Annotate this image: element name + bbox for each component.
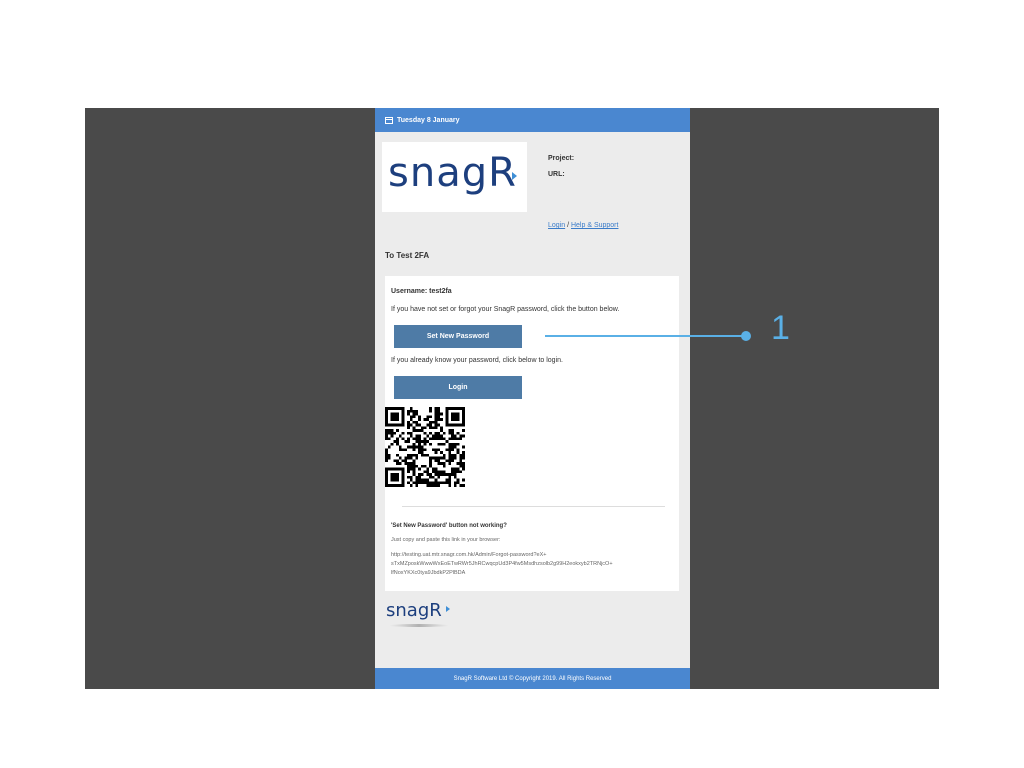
callout-line bbox=[545, 335, 745, 337]
set-new-password-button[interactable]: Set New Password bbox=[394, 325, 522, 348]
help-support-link[interactable]: Help & Support bbox=[571, 222, 618, 229]
logo-text: snagR bbox=[388, 150, 517, 196]
login-link[interactable]: Login bbox=[548, 222, 565, 229]
url-label: URL: bbox=[548, 171, 565, 178]
not-working-title: 'Set New Password' button not working? bbox=[391, 523, 507, 529]
greeting: To Test 2FA bbox=[385, 251, 430, 260]
snagr-logo: snagR bbox=[382, 142, 527, 212]
logo-arrow-icon bbox=[512, 172, 517, 180]
divider bbox=[402, 506, 665, 507]
username-line: Username: test2fa bbox=[391, 288, 452, 295]
footer-logo: snagR bbox=[386, 600, 442, 621]
calendar-icon bbox=[385, 116, 393, 124]
header-date: Tuesday 8 January bbox=[397, 116, 460, 124]
reset-link-line[interactable]: sTxMZposkWwwWxEoETwRWr5JhRCwqcpUd3P4fw5M… bbox=[391, 561, 613, 567]
copy-paste-text: Just copy and paste this link in your br… bbox=[391, 537, 501, 543]
callout-dot bbox=[741, 331, 751, 341]
footer-logo-arrow-icon bbox=[446, 606, 450, 612]
forgot-text: If you have not set or forgot your SnagR… bbox=[391, 306, 620, 313]
reset-link-line[interactable]: lfNoxYKXc0tya9JbdkP2PlBDA bbox=[391, 570, 465, 576]
project-label: Project: bbox=[548, 155, 575, 162]
footer-logo-shadow bbox=[389, 624, 449, 627]
copyright-bar: SnagR Software Ltd © Copyright 2019. All… bbox=[375, 668, 690, 689]
date-header-bar: Tuesday 8 January bbox=[375, 108, 690, 132]
header-links: Login / Help & Support bbox=[548, 222, 618, 229]
copyright-text: SnagR Software Ltd © Copyright 2019. All… bbox=[453, 675, 612, 682]
login-button[interactable]: Login bbox=[394, 376, 522, 399]
email-preview: Tuesday 8 January snagR Project: URL: Lo… bbox=[375, 108, 690, 689]
qr-code bbox=[385, 407, 465, 487]
content-card: Username: test2fa If you have not set or… bbox=[385, 276, 679, 591]
callout-number: 1 bbox=[771, 309, 790, 347]
know-password-text: If you already know your password, click… bbox=[391, 357, 563, 364]
reset-link-line[interactable]: http://testing.uat.mtr.snagr.com.hk/Admi… bbox=[391, 552, 546, 558]
